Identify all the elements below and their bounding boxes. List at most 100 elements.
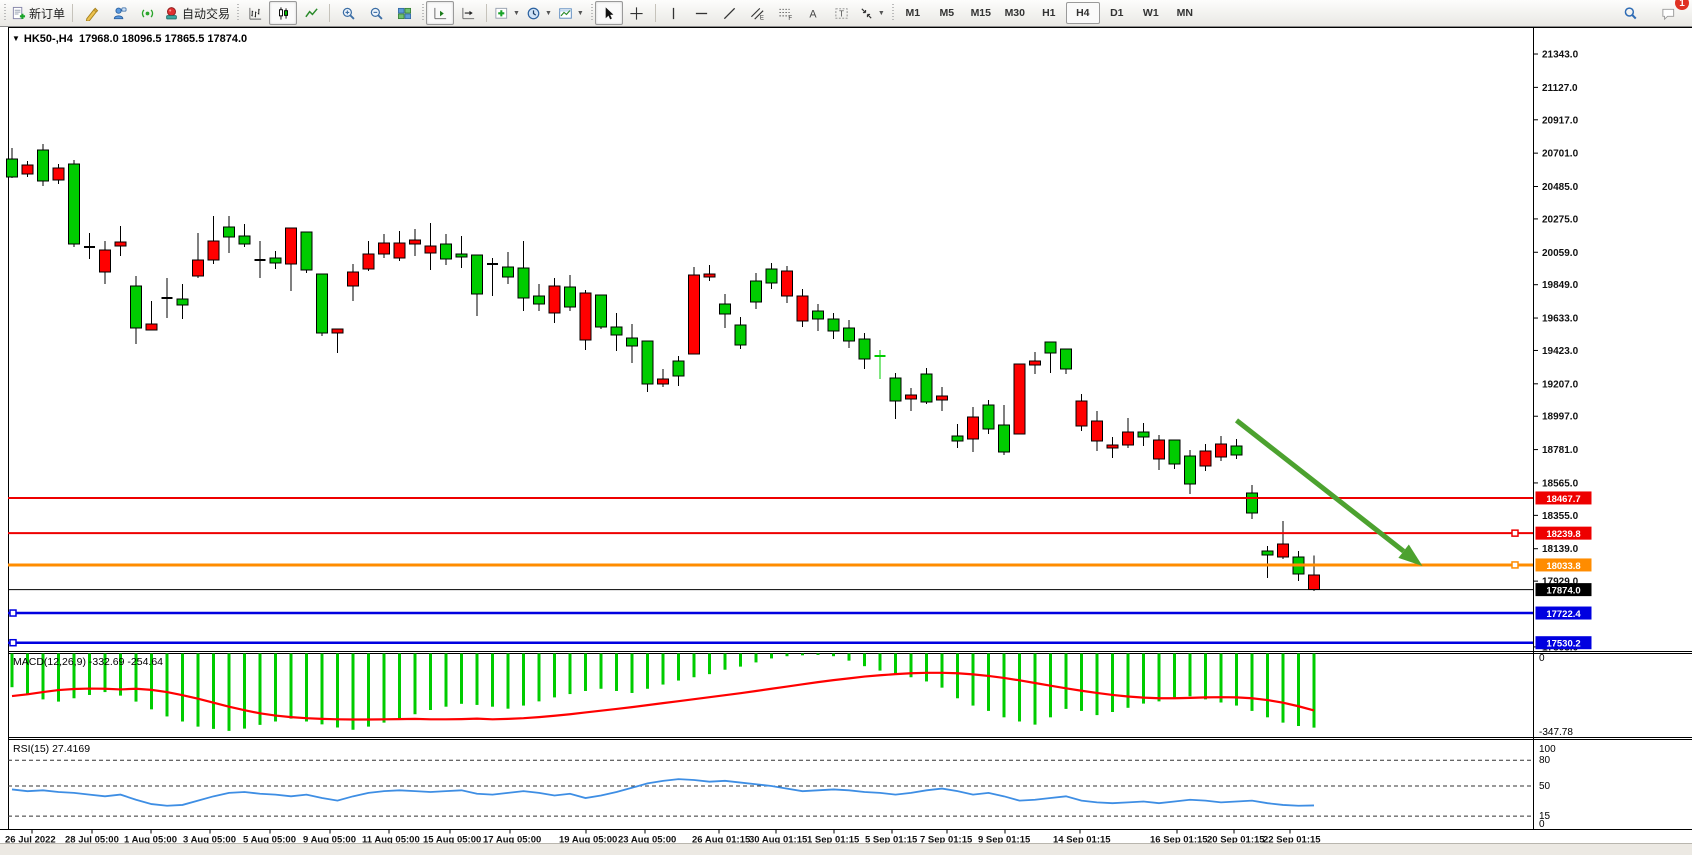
candle-body <box>844 328 855 341</box>
candle-body <box>689 275 700 354</box>
auto-trading-button[interactable]: 自动交易 <box>161 1 233 25</box>
candle-body <box>38 150 49 181</box>
timeframe-M15[interactable]: M15 <box>964 2 998 24</box>
toolbar-grip[interactable] <box>237 4 239 22</box>
bar-chart-button[interactable] <box>241 1 269 25</box>
zoom-out-button[interactable] <box>362 1 390 25</box>
candle-body <box>456 254 467 257</box>
candle-body <box>1262 551 1273 555</box>
candle-body <box>921 374 932 402</box>
candle-body <box>441 244 452 259</box>
svg-text:T: T <box>839 9 844 18</box>
candle-body <box>549 286 560 313</box>
arrows-button[interactable]: ▼ <box>856 1 888 25</box>
auto-scroll-button[interactable] <box>454 1 482 25</box>
candle-body <box>937 396 948 400</box>
rsi-line <box>12 779 1314 806</box>
timeframe-M5[interactable]: M5 <box>930 2 964 24</box>
crosshair-button[interactable] <box>623 1 651 25</box>
candle-body <box>472 255 483 294</box>
tile-windows-button[interactable] <box>390 1 418 25</box>
trend-arrow[interactable] <box>1237 420 1423 566</box>
search-button[interactable] <box>1616 1 1644 25</box>
candle-body <box>766 269 777 283</box>
new-order-button[interactable]: 新订单 <box>8 1 68 25</box>
fibonacci-button[interactable]: F <box>772 1 800 25</box>
chart-symbol: HK50-,H4 <box>24 33 73 45</box>
cursor-button[interactable] <box>595 1 623 25</box>
candle-body <box>642 341 653 384</box>
candle-body <box>301 232 312 270</box>
price-tick-label: 20701.0 <box>1542 149 1579 160</box>
line-handle[interactable] <box>10 640 16 646</box>
price-tick-label: 20917.0 <box>1542 115 1579 126</box>
chart-ohlc-values: 17968.0 18096.5 17865.5 17874.0 <box>79 33 247 45</box>
toolbar-grip[interactable] <box>422 4 424 22</box>
zoom-in-icon <box>341 6 356 21</box>
timeframe-toolbar: M1M5M15M30H1H4D1W1MN <box>896 2 1202 24</box>
collapse-triangle-icon[interactable]: ▼ <box>12 34 20 43</box>
candle-body <box>1309 575 1320 590</box>
candle-body <box>7 159 18 177</box>
templates-button[interactable]: ▼ <box>555 1 587 25</box>
auto-trading-label: 自动交易 <box>182 5 230 22</box>
timeframe-M1[interactable]: M1 <box>896 2 930 24</box>
timeframe-H4[interactable]: H4 <box>1066 2 1100 24</box>
timeframe-MN[interactable]: MN <box>1168 2 1202 24</box>
timeframe-H1[interactable]: H1 <box>1032 2 1066 24</box>
chat-button[interactable]: 1 <box>1654 1 1682 25</box>
periods-button[interactable]: ▼ <box>523 1 555 25</box>
candle-body <box>1200 451 1211 466</box>
price-tick-label: 20059.0 <box>1542 248 1579 259</box>
arrows-icon <box>859 6 874 21</box>
candle-body <box>1278 544 1289 557</box>
macd-indicator-label: MACD(12,26,9) -332.69 -254.64 <box>13 656 163 668</box>
svg-text:18239.8: 18239.8 <box>1546 529 1580 540</box>
line-handle[interactable] <box>10 610 16 616</box>
crosshair-icon <box>629 6 644 21</box>
candle-body <box>906 395 917 399</box>
candle-body <box>1061 349 1072 369</box>
price-tick-label: 18565.0 <box>1542 478 1579 489</box>
toolbar-grip[interactable] <box>4 4 6 22</box>
candle-body <box>177 299 188 305</box>
text-button[interactable]: A <box>800 1 828 25</box>
candle-body <box>704 274 715 277</box>
line-handle[interactable] <box>1512 530 1518 536</box>
line-handle[interactable] <box>1512 562 1518 568</box>
bar-chart-icon <box>248 6 263 21</box>
toolbar-grip[interactable] <box>892 4 894 22</box>
candle-body <box>797 296 808 321</box>
zoom-in-button[interactable] <box>334 1 362 25</box>
community-button[interactable] <box>105 1 133 25</box>
candle-body <box>1185 456 1196 484</box>
timeframe-W1[interactable]: W1 <box>1134 2 1168 24</box>
toolbar-grip[interactable] <box>591 4 593 22</box>
styles-button[interactable] <box>77 1 105 25</box>
text-label-button[interactable]: T <box>828 1 856 25</box>
candle-body <box>100 250 111 272</box>
vertical-line-button[interactable] <box>660 1 688 25</box>
line-chart-button[interactable] <box>297 1 325 25</box>
candle-body <box>968 417 979 439</box>
indicators-icon <box>494 6 509 21</box>
timeframe-D1[interactable]: D1 <box>1100 2 1134 24</box>
candle-body <box>410 240 421 244</box>
main-toolbar: 新订单 自动交易 <box>0 0 1692 27</box>
horizontal-line-button[interactable] <box>688 1 716 25</box>
chart-plot[interactable]: 21343.021127.020917.020701.020485.020275… <box>0 27 1692 844</box>
svg-text:18033.8: 18033.8 <box>1546 561 1580 572</box>
candle-body <box>1076 401 1087 426</box>
equidistant-channel-button[interactable]: E <box>744 1 772 25</box>
zoom-out-icon <box>369 6 384 21</box>
chart-shift-button[interactable] <box>426 1 454 25</box>
signals-button[interactable] <box>133 1 161 25</box>
candle-body <box>270 258 281 263</box>
price-tick-label: 20275.0 <box>1542 214 1579 225</box>
trendline-button[interactable] <box>716 1 744 25</box>
indicators-button[interactable]: ▼ <box>491 1 523 25</box>
person-icon <box>112 6 127 21</box>
price-tick-label: 19207.0 <box>1542 379 1579 390</box>
candlestick-chart-button[interactable] <box>269 1 297 25</box>
timeframe-M30[interactable]: M30 <box>998 2 1032 24</box>
